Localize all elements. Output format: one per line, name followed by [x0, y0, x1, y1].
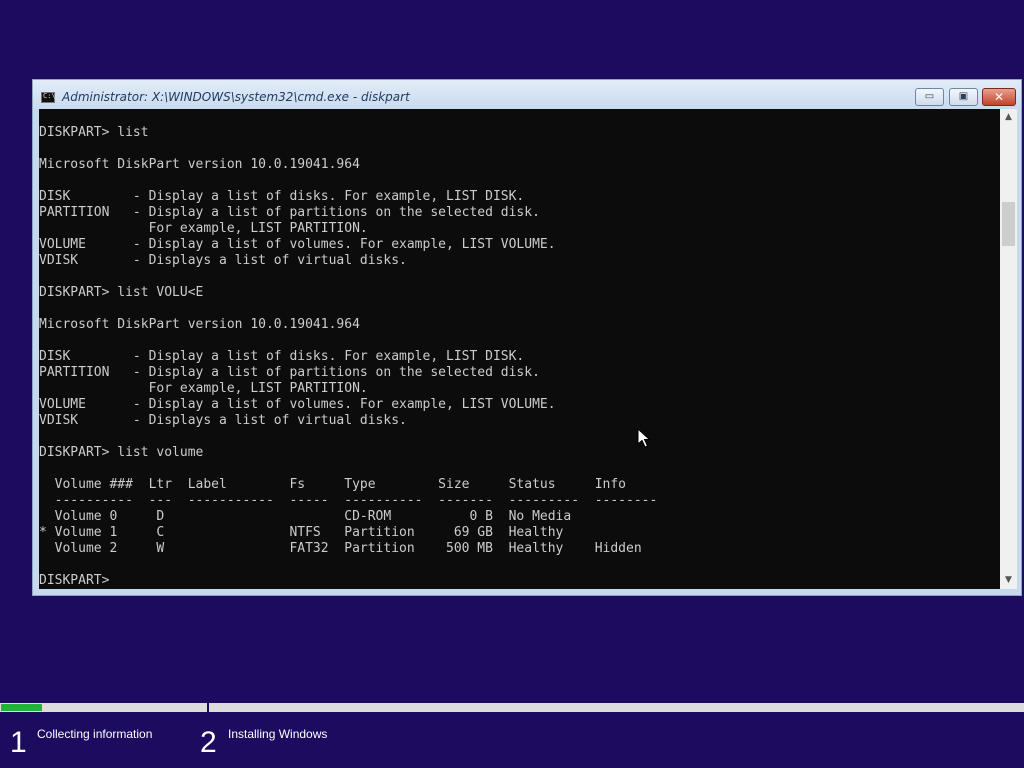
setup-progress-bar: [0, 703, 1024, 715]
cmd-window[interactable]: C:\ Administrator: X:\WINDOWS\system32\c…: [32, 79, 1022, 596]
maximize-icon: ▣: [958, 91, 969, 102]
console-text[interactable]: DISKPART> list Microsoft DiskPart versio…: [39, 109, 657, 589]
scroll-thumb[interactable]: [1002, 202, 1015, 246]
window-titlebar[interactable]: C:\ Administrator: X:\WINDOWS\system32\c…: [33, 80, 1021, 109]
step-number-2: 2: [200, 726, 217, 759]
maximize-button[interactable]: ▣: [949, 88, 978, 106]
minimize-icon: ▭: [924, 91, 935, 102]
window-title: Administrator: X:\WINDOWS\system32\cmd.e…: [62, 90, 410, 104]
minimize-button[interactable]: ▭: [915, 88, 944, 106]
chevron-down-icon: ▼: [1005, 575, 1012, 585]
step-label-collecting-information: Collecting information: [37, 727, 153, 741]
progress-segment-collecting: [0, 703, 207, 712]
chevron-up-icon: ▲: [1005, 112, 1012, 122]
progress-fill: [1, 704, 42, 711]
cmd-icon: C:\: [41, 92, 56, 103]
setup-desktop: C:\ Administrator: X:\WINDOWS\system32\c…: [0, 0, 1024, 768]
console-scrollbar[interactable]: ▲ ▼: [1000, 109, 1017, 589]
scroll-down-button[interactable]: ▼: [1000, 572, 1017, 589]
step-label-installing-windows: Installing Windows: [228, 727, 328, 741]
step-number-1: 1: [10, 726, 27, 759]
console-output[interactable]: DISKPART> list Microsoft DiskPart versio…: [39, 109, 1000, 589]
scroll-up-button[interactable]: ▲: [1000, 109, 1017, 126]
progress-divider: [207, 703, 209, 715]
close-button[interactable]: ✕: [982, 88, 1016, 106]
cmd-icon-label: C:\: [43, 92, 56, 100]
mouse-cursor-icon: [637, 428, 651, 448]
close-icon: ✕: [993, 90, 1005, 104]
